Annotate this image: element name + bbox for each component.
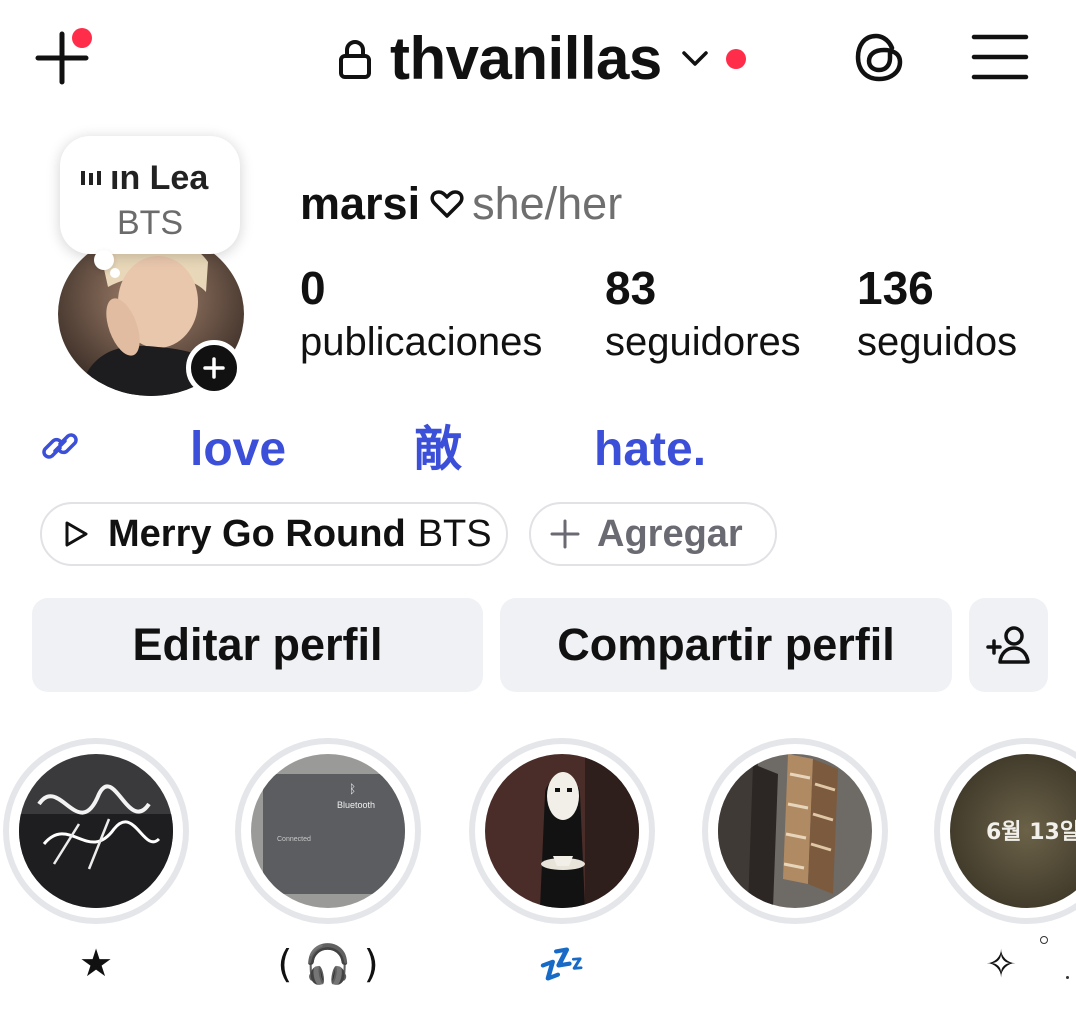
play-icon (65, 521, 88, 547)
decorative-dot (1040, 936, 1048, 944)
music-chip[interactable]: Merry Go Round BTS (40, 502, 508, 566)
note-song: ın Lea (80, 158, 230, 198)
decorative-dot (1066, 976, 1069, 979)
stat-posts-count: 0 (300, 262, 326, 314)
highlight-cover-panel: ᛒ Bluetooth Connected (263, 774, 405, 894)
add-link-chip[interactable]: Agregar (529, 502, 777, 566)
stat-following[interactable]: 136 seguidos (857, 262, 1017, 370)
story-highlight[interactable]: 6월 13일 (934, 738, 1076, 924)
profile-screen: thvanillas ın Lea BTS marsi she/her 0 pu… (0, 0, 1076, 1026)
create-button[interactable] (30, 28, 96, 88)
bio-link[interactable]: love 敵 hate. (38, 420, 798, 480)
stat-followers-label: seguidores (605, 320, 801, 364)
highlight-cover (485, 754, 639, 908)
pronouns: she/her (472, 178, 623, 229)
stat-posts[interactable]: 0 publicaciones (300, 262, 542, 370)
heart-icon (430, 190, 464, 218)
plus-icon (203, 357, 225, 379)
highlight-cover-text: 6월 13일 (986, 820, 1076, 845)
audio-bars-icon (81, 171, 101, 185)
highlight-label: ( 🎧 ) (277, 942, 379, 986)
stat-following-label: seguidos (857, 320, 1018, 364)
notification-dot (72, 28, 92, 48)
share-profile-button[interactable]: Compartir perfil (500, 598, 952, 692)
stat-followers-count: 83 (605, 262, 657, 314)
song-title: Merry Go Round (108, 512, 406, 555)
highlight-cover (718, 754, 872, 908)
username-title: thvanillas (390, 25, 662, 92)
threads-icon (855, 33, 903, 82)
account-notification-dot (725, 49, 746, 69)
bio-link-word-1: love (190, 423, 287, 476)
menu-button[interactable] (970, 32, 1030, 82)
display-name: marsi (300, 178, 421, 229)
highlight-label: ★ (78, 943, 114, 985)
link-icon (42, 433, 78, 459)
note-tail (94, 250, 114, 270)
highlight-label: 💤 (538, 942, 586, 986)
display-name-row: marsi she/her (300, 176, 622, 232)
stat-posts-label: publicaciones (300, 320, 543, 364)
bluetooth-icon: ᛒ (349, 782, 357, 796)
highlight-cover: ᛒ Bluetooth Connected (251, 754, 405, 908)
chevron-down-icon (682, 51, 708, 66)
story-highlight[interactable] (3, 738, 189, 924)
threads-button[interactable] (852, 28, 908, 86)
highlight-cover-text: Bluetooth (337, 800, 376, 810)
discover-people-button[interactable] (969, 598, 1048, 692)
stat-followers[interactable]: 83 seguidores (605, 262, 801, 370)
stat-following-count: 136 (857, 262, 934, 314)
highlight-cover-subtext: Connected (277, 836, 311, 843)
note-tail-small (110, 268, 120, 278)
note-artist: BTS (116, 204, 184, 242)
note-bubble[interactable]: ın Lea BTS (60, 136, 240, 254)
story-highlight[interactable] (702, 738, 888, 924)
highlight-cover (19, 754, 173, 908)
add-label: Agregar (597, 512, 743, 555)
add-story-button[interactable] (186, 340, 242, 396)
hamburger-menu-icon (971, 34, 1029, 80)
story-highlight[interactable]: ᛒ Bluetooth Connected (235, 738, 421, 924)
lock-icon (339, 40, 371, 79)
edit-profile-button[interactable]: Editar perfil (32, 598, 483, 692)
person-add-icon (985, 626, 1030, 664)
account-switcher[interactable]: thvanillas (338, 28, 746, 90)
highlight-label: ✧ (985, 942, 1017, 986)
bio-link-word-2: 敵 (414, 423, 463, 476)
bio-link-word-3: hate. (594, 423, 707, 476)
song-artist: BTS (417, 512, 492, 555)
plus-icon (550, 519, 580, 549)
note-song-title: ın Lea (110, 158, 209, 197)
story-highlight[interactable] (469, 738, 655, 924)
